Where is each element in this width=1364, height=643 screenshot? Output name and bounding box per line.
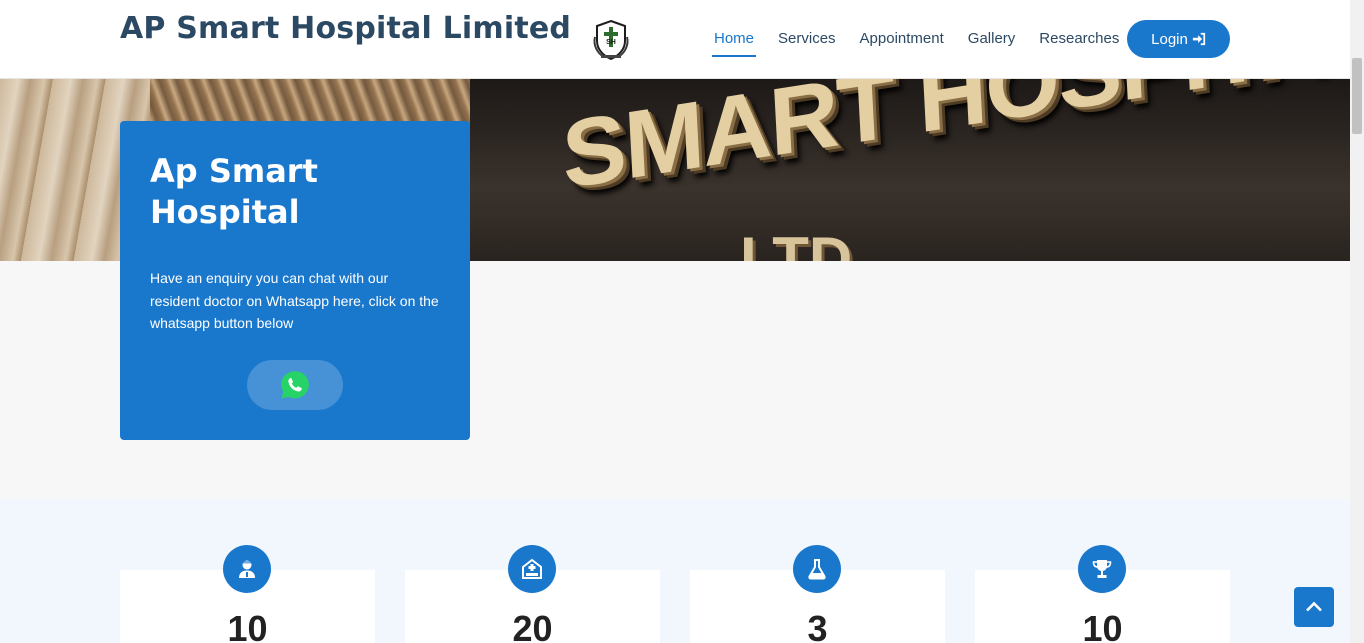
nav-gallery[interactable]: Gallery xyxy=(956,20,1028,58)
hospital-crest-logo: SH xyxy=(593,19,629,61)
card-title: Ap Smart Hospital xyxy=(150,152,318,231)
whatsapp-button[interactable] xyxy=(247,360,343,410)
trophy-icon xyxy=(1078,545,1126,593)
site-header: AP Smart Hospital Limited SH Home Servic… xyxy=(0,0,1350,79)
login-button[interactable]: Login xyxy=(1127,20,1230,58)
flask-icon xyxy=(793,545,841,593)
scrollbar-thumb[interactable] xyxy=(1352,58,1362,134)
site-brand[interactable]: AP Smart Hospital Limited xyxy=(120,11,571,46)
count-value-awards: 10 xyxy=(1082,608,1123,643)
enquiry-card: Ap Smart Hospital Have an enquiry you ca… xyxy=(120,121,470,440)
card-text: Have an enquiry you can chat with our re… xyxy=(150,270,439,331)
nav-services[interactable]: Services xyxy=(766,20,848,58)
page-scrollbar[interactable] xyxy=(1350,0,1364,643)
counts-section: 10 20 3 10 xyxy=(0,499,1350,643)
nav-appointment[interactable]: Appointment xyxy=(848,20,956,58)
hero-sign-text-2: LTD xyxy=(740,225,853,262)
count-value-doctors: 10 xyxy=(227,608,268,643)
svg-text:SH: SH xyxy=(606,39,616,46)
nav-home[interactable]: Home xyxy=(702,20,766,58)
count-value-labs: 3 xyxy=(807,608,828,643)
main-nav: Home Services Appointment Gallery Resear… xyxy=(702,20,1131,58)
doctor-icon xyxy=(223,545,271,593)
hospital-bed-icon xyxy=(508,545,556,593)
back-to-top-button[interactable] xyxy=(1294,587,1334,627)
whatsapp-icon xyxy=(281,371,309,399)
nav-researches[interactable]: Researches xyxy=(1027,20,1131,58)
count-value-departments: 20 xyxy=(512,608,553,643)
login-button-label: Login xyxy=(1151,30,1188,48)
sign-in-icon xyxy=(1192,32,1205,46)
chevron-up-icon xyxy=(1306,601,1322,612)
